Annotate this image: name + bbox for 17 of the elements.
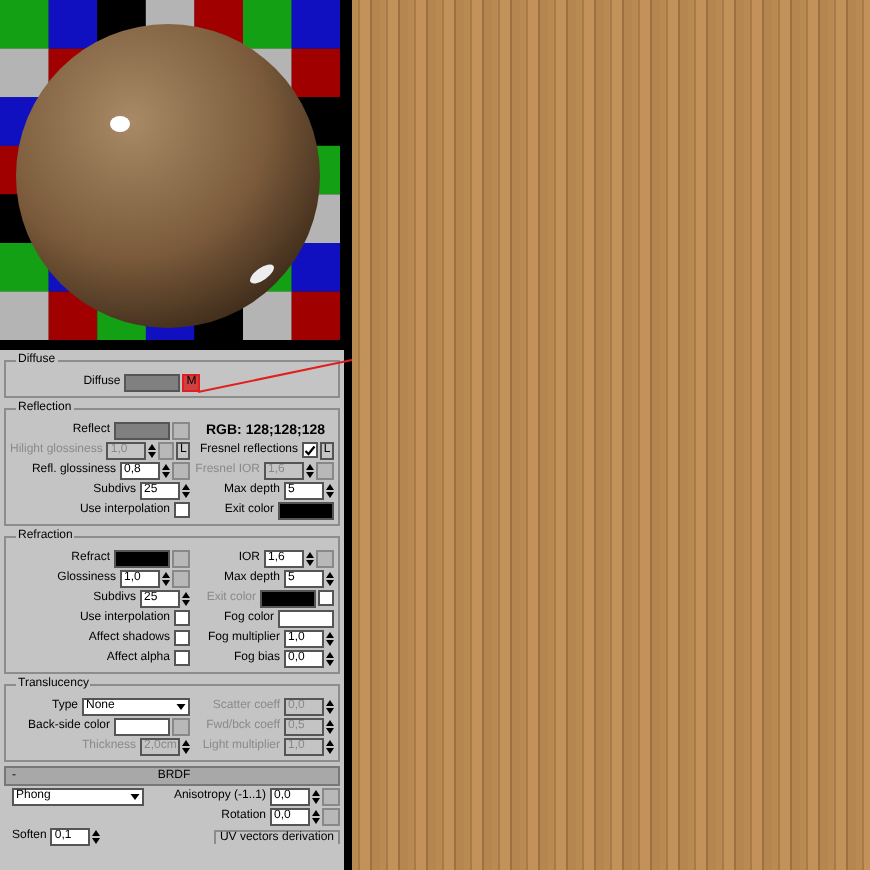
checkbox[interactable] bbox=[302, 442, 318, 458]
checkbox[interactable] bbox=[174, 630, 190, 646]
color-swatch[interactable] bbox=[278, 609, 334, 627]
checkbox[interactable] bbox=[174, 502, 190, 518]
spinner-arrows-icon[interactable] bbox=[92, 829, 101, 843]
caret-icon bbox=[130, 793, 140, 799]
checkbox[interactable] bbox=[174, 610, 190, 626]
caret-icon bbox=[176, 703, 186, 709]
spinner-arrows-icon[interactable] bbox=[326, 651, 334, 665]
color-swatch[interactable] bbox=[114, 717, 170, 735]
spinner-arrows-icon[interactable] bbox=[326, 739, 334, 753]
color-swatch[interactable] bbox=[124, 373, 181, 391]
checkbox[interactable] bbox=[174, 650, 190, 666]
spinner-arrows-icon[interactable] bbox=[182, 739, 190, 753]
color-swatch[interactable] bbox=[278, 501, 334, 519]
color-swatch[interactable] bbox=[114, 549, 170, 567]
color-swatch[interactable] bbox=[114, 421, 170, 439]
